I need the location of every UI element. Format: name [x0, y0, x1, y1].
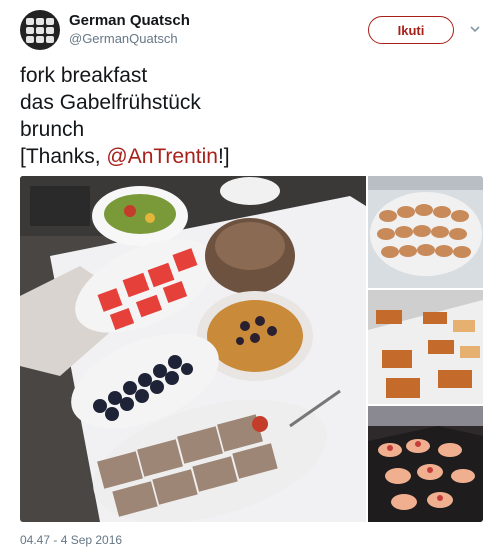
- buffet-photo-table[interactable]: [368, 290, 483, 404]
- chevron-down-icon[interactable]: [468, 22, 482, 36]
- buffet-photo-pastries[interactable]: [368, 176, 483, 288]
- buffet-photo-desserts[interactable]: [368, 406, 483, 522]
- avatar[interactable]: [20, 10, 60, 50]
- tweet-line: fork breakfast: [20, 64, 148, 87]
- tweet-text: fork breakfast das Gabelfrühstück brunch…: [20, 62, 230, 170]
- tweet-line: das Gabelfrühstück: [20, 91, 201, 114]
- buffet-photo-main[interactable]: [20, 176, 366, 522]
- tweet-media[interactable]: [20, 176, 483, 522]
- tweet-line: brunch: [20, 118, 85, 141]
- author-handle[interactable]: @GermanQuatsch: [69, 31, 178, 46]
- tweet-timestamp[interactable]: 04.47 - 4 Sep 2016: [20, 533, 122, 547]
- tweet-line: [Thanks, @AnTrentin!]: [20, 143, 230, 170]
- thanks-prefix: [Thanks,: [20, 145, 107, 168]
- follow-button[interactable]: Ikuti: [368, 16, 454, 44]
- mention-link[interactable]: @AnTrentin: [106, 145, 218, 168]
- typewriter-keys-icon: [26, 18, 54, 43]
- author-name[interactable]: German Quatsch: [69, 12, 190, 29]
- thanks-suffix: !]: [217, 145, 230, 168]
